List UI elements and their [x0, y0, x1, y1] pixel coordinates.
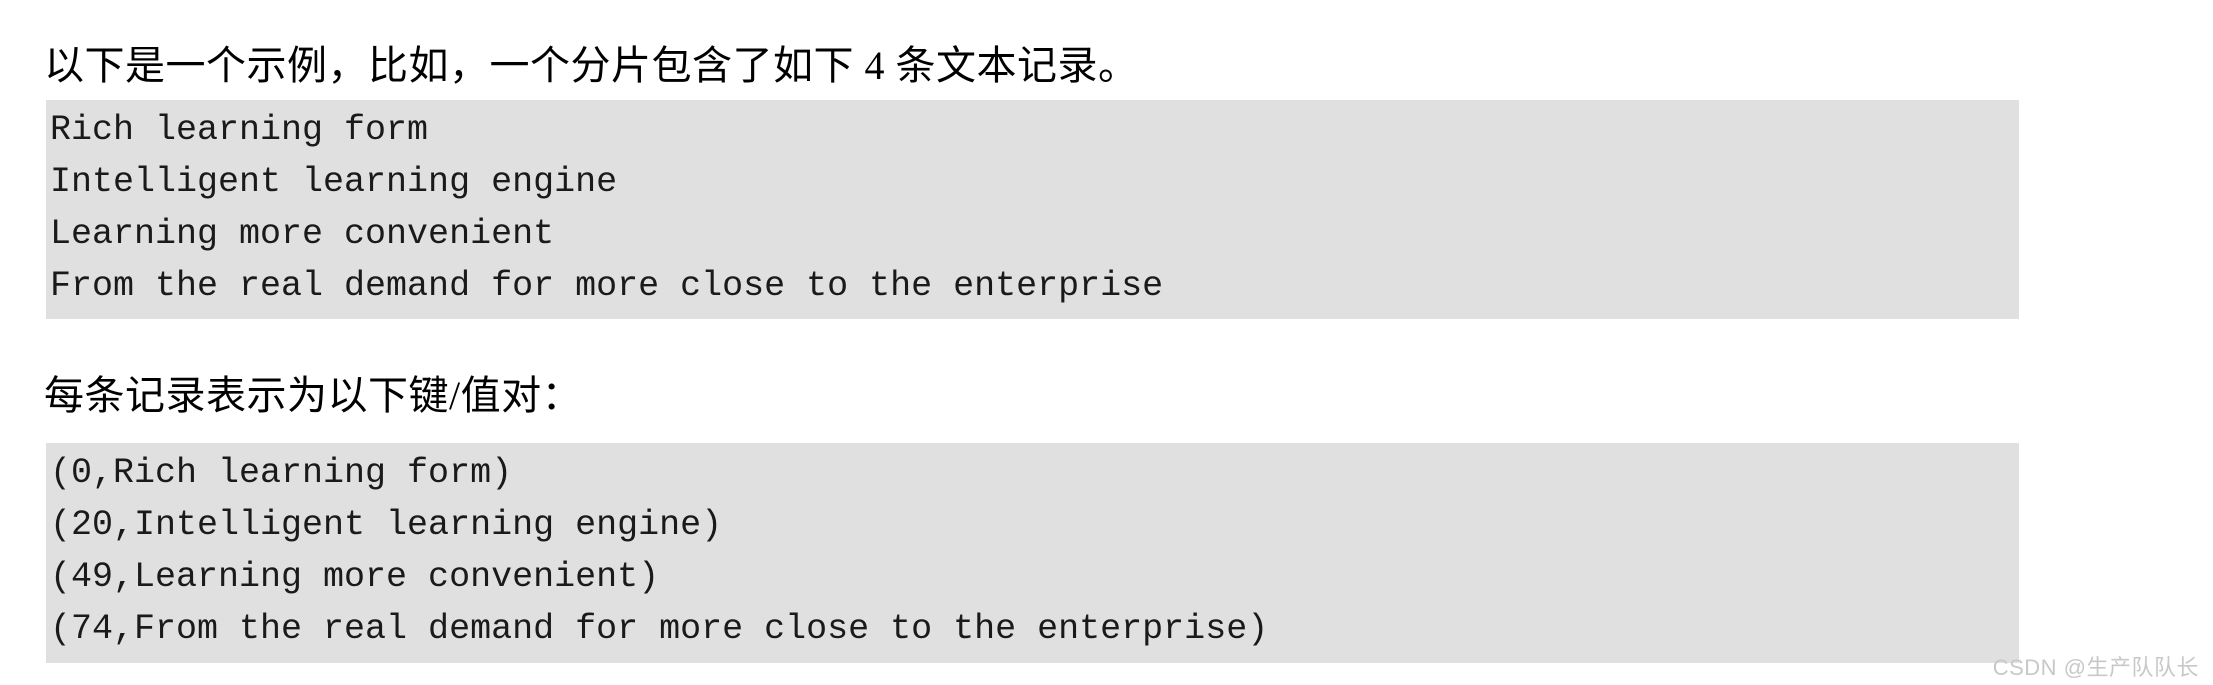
- code-block-keyvalue: (0,Rich learning form) (20,Intelligent l…: [46, 443, 2019, 663]
- code-line: From the real demand for more close to t…: [50, 266, 1164, 306]
- code-line: (0,Rich learning form): [50, 453, 513, 493]
- code-line: (20,Intelligent learning engine): [50, 505, 723, 545]
- page-intro-paragraph: 以下是一个示例，比如，一个分片包含了如下 4 条文本记录。: [44, 43, 1139, 88]
- code-line: Intelligent learning engine: [50, 162, 618, 202]
- csdn-watermark: CSDN @生产队队长: [1992, 655, 2199, 680]
- code-block-records: Rich learning form Intelligent learning …: [46, 100, 2019, 319]
- code-line: (74,From the real demand for more close …: [50, 609, 1269, 649]
- code-line: Rich learning form: [50, 110, 429, 150]
- code-line: Learning more convenient: [50, 214, 555, 254]
- document-page: 以下是一个示例，比如，一个分片包含了如下 4 条文本记录。 Rich learn…: [0, 0, 2213, 685]
- key-value-lead-paragraph: 每条记录表示为以下键/值对：: [44, 373, 583, 418]
- code-line: (49,Learning more convenient): [50, 557, 660, 597]
